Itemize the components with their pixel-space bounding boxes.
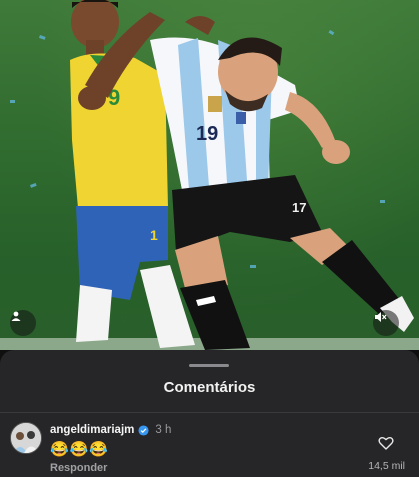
comment-item: angeldimariajm 3 h 😂😂😂 Responder 14,5 mi… — [0, 418, 419, 477]
divider — [0, 412, 419, 413]
sheet-grabber[interactable] — [189, 364, 229, 367]
reply-button[interactable]: Responder — [50, 462, 107, 474]
jersey-number: 19 — [196, 123, 218, 145]
user-tag-button[interactable] — [10, 310, 36, 336]
mute-button[interactable] — [373, 310, 399, 336]
svg-text:17: 17 — [292, 200, 306, 215]
like-count: 14,5 mil — [368, 460, 405, 472]
sheet-title: Comentários — [163, 379, 256, 396]
comment-text: 😂😂😂 — [50, 441, 110, 458]
verified-icon — [138, 424, 149, 436]
comments-sheet: Comentários angeldimariajm 3 h 😂😂😂 Respo… — [0, 350, 419, 477]
heart-icon[interactable] — [378, 435, 394, 451]
avatar[interactable] — [10, 422, 42, 454]
post-photo[interactable]: 9 1 19 17 — [0, 0, 419, 350]
comment-header: angeldimariajm 3 h — [50, 424, 171, 436]
comment-time: 3 h — [155, 424, 172, 436]
svg-text:1: 1 — [150, 227, 158, 243]
comment-username[interactable]: angeldimariajm — [50, 424, 134, 436]
football-players-illustration: 9 1 19 17 — [0, 0, 419, 350]
